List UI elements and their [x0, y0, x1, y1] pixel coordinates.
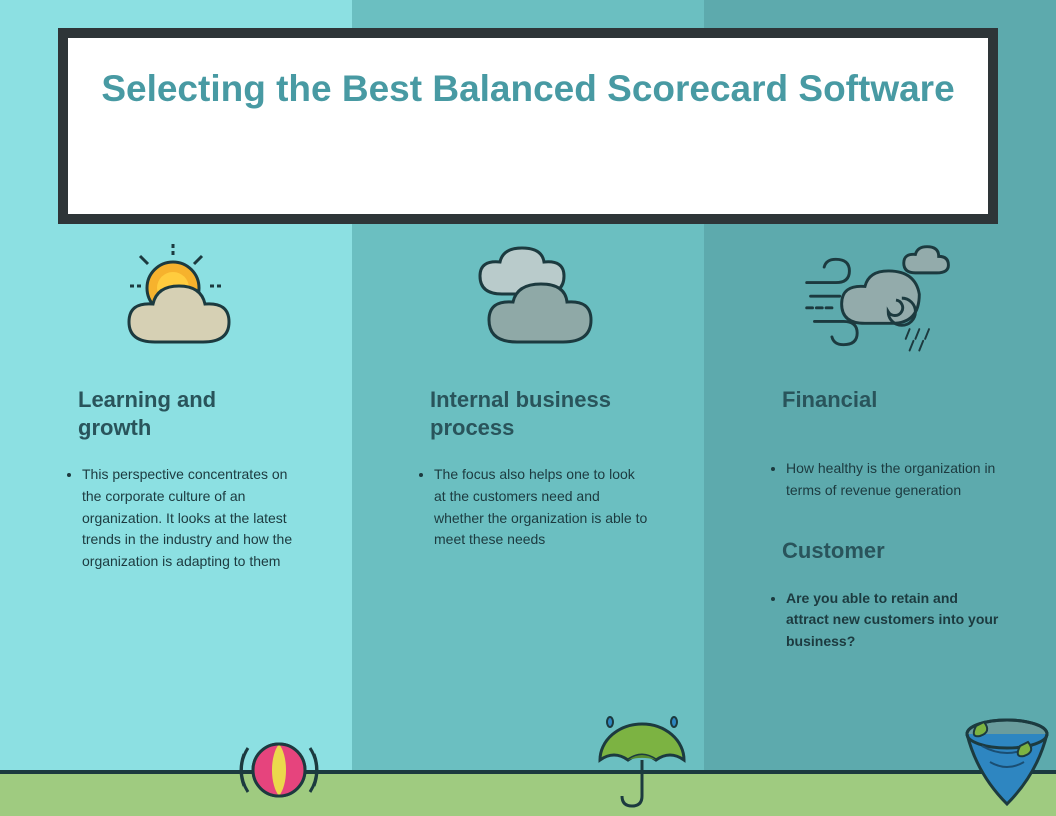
sun-cloud-icon [93, 252, 258, 352]
bullet-customer: Are you able to retain and attract new c… [786, 588, 1000, 653]
heading-customer: Customer [782, 537, 986, 565]
title-card: Selecting the Best Balanced Scorecard So… [58, 28, 998, 224]
clouds-icon [445, 252, 610, 352]
footer-strip [0, 770, 1056, 816]
heading-financial: Financial [782, 386, 986, 414]
bullet-financial: How healthy is the organization in terms… [786, 458, 1000, 501]
heading-process: Internal business process [430, 386, 634, 442]
column-learning: Learning and growth This perspective con… [10, 252, 340, 573]
heading-learning: Learning and growth [78, 386, 282, 442]
bullet-learning: This perspective concentrates on the cor… [82, 464, 296, 572]
column-financial: Financial How healthy is the organizatio… [714, 252, 1044, 653]
bullet-process: The focus also helps one to look at the … [434, 464, 648, 551]
column-process: Internal business process The focus also… [362, 252, 692, 551]
page-title: Selecting the Best Balanced Scorecard So… [68, 38, 988, 112]
beach-ball-icon [238, 728, 320, 810]
tornado-funnel-icon [962, 716, 1052, 810]
infographic-canvas: Selecting the Best Balanced Scorecard So… [0, 0, 1056, 816]
umbrella-icon [592, 716, 692, 810]
wind-cloud-rain-icon [797, 252, 962, 352]
